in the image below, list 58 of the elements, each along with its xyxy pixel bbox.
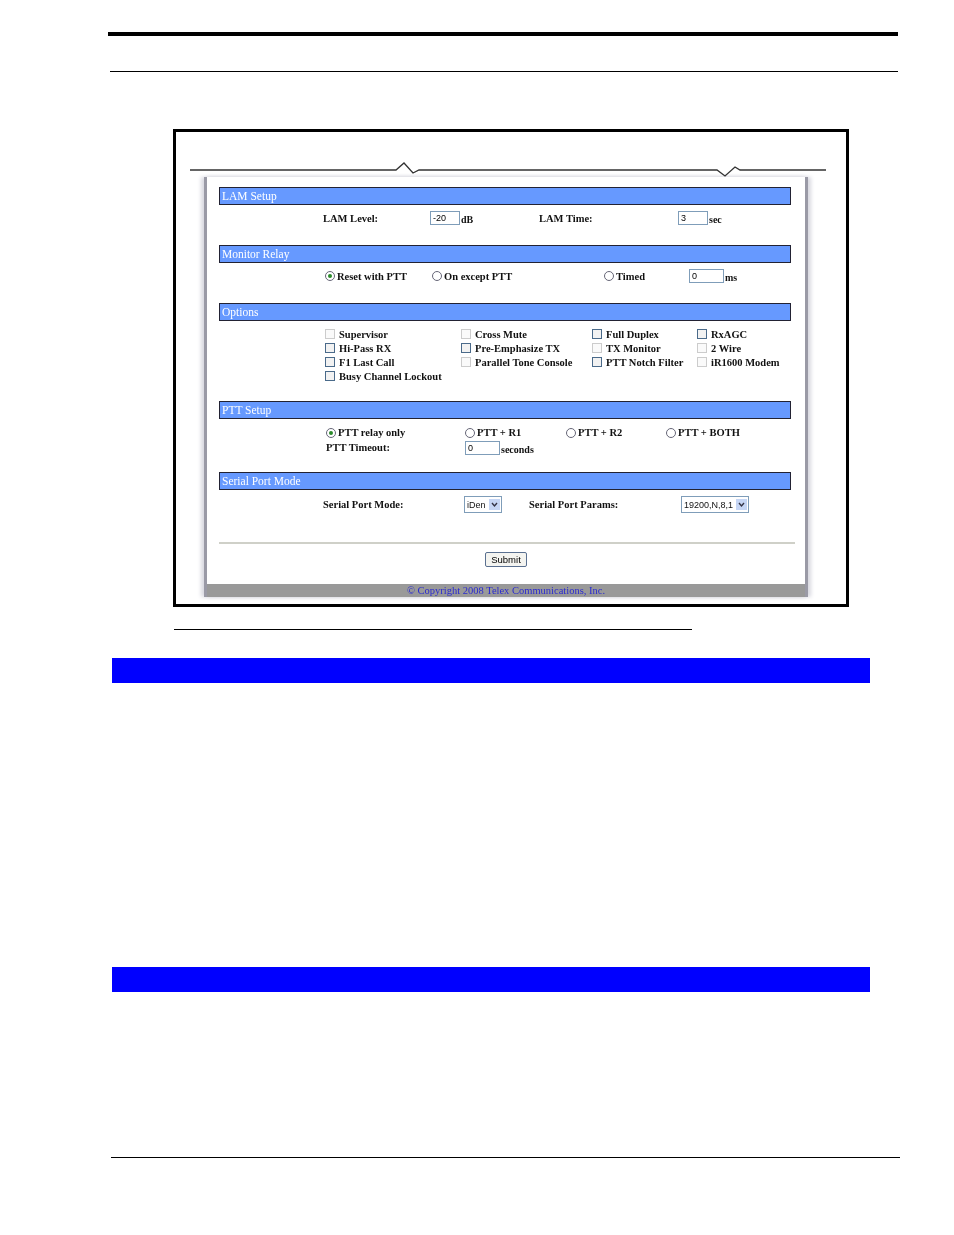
- dropdown-arrow-icon: [736, 499, 748, 510]
- option-label: Pre-Emphasize TX: [475, 342, 561, 354]
- option-label: PTT + R2: [578, 427, 623, 438]
- field-label: LAM Time:: [539, 212, 594, 224]
- dropdown[interactable]: 19200,N,8,1: [681, 496, 750, 513]
- field-label: Serial Port Mode:: [323, 499, 405, 510]
- section-header: Options: [219, 303, 791, 321]
- checkbox[interactable]: [592, 329, 602, 339]
- option-label: TX Monitor: [606, 342, 661, 354]
- section-header: Monitor Relay: [219, 245, 791, 263]
- section-header: PTT Setup: [219, 401, 791, 419]
- radio-button[interactable]: [604, 271, 614, 281]
- section-header: LAM Setup: [219, 187, 791, 205]
- copyright-text: © Copyright 2008 Telex Communications, Inc.: [406, 585, 606, 596]
- radio-button[interactable]: [566, 427, 576, 438]
- option-label: Reset with PTT: [337, 270, 407, 282]
- option-label: Full Duplex: [606, 328, 659, 340]
- option-label: Hi-Pass RX: [339, 342, 392, 354]
- radio-button[interactable]: [465, 427, 475, 438]
- radio-button[interactable]: [432, 271, 442, 281]
- option-label: PTT + R1: [477, 427, 522, 438]
- field-label: PTT Timeout:: [326, 442, 391, 453]
- option-label: On except PTT: [444, 270, 513, 282]
- dropdown-arrow-icon: [488, 499, 500, 510]
- option-label: 2 Wire: [711, 342, 742, 354]
- text-input-field[interactable]: -20: [430, 211, 460, 225]
- option-label: Parallel Tone Console: [475, 356, 573, 368]
- checkbox[interactable]: [697, 329, 707, 339]
- option-label: Cross Mute: [475, 328, 527, 340]
- field-label: Serial Port Params:: [529, 499, 620, 510]
- option-label: Supervisor: [339, 328, 388, 340]
- option-label: Busy Channel Lockout: [339, 370, 442, 382]
- option-label: RxAGC: [711, 328, 748, 340]
- text-input-field[interactable]: 3: [678, 211, 708, 225]
- radio-button[interactable]: [326, 427, 336, 438]
- option-label: iR1600 Modem: [711, 356, 780, 368]
- checkbox[interactable]: [325, 357, 335, 367]
- option-label: Timed: [616, 270, 645, 282]
- text-input-field[interactable]: 0: [689, 269, 724, 283]
- checkbox[interactable]: [461, 343, 471, 353]
- radio-button[interactable]: [666, 427, 676, 438]
- field-label: LAM Level:: [323, 212, 380, 224]
- unit-label: ms: [725, 272, 738, 283]
- unit-label: seconds: [501, 443, 534, 455]
- option-label: PTT + BOTH: [678, 427, 740, 438]
- unit-label: sec: [709, 214, 722, 225]
- section-header: Serial Port Mode: [219, 472, 791, 490]
- option-label: PTT relay only: [338, 427, 406, 438]
- submit-button[interactable]: Submit: [485, 552, 527, 567]
- checkbox[interactable]: [325, 371, 335, 381]
- checkbox[interactable]: [325, 343, 335, 353]
- dropdown[interactable]: iDen: [464, 496, 502, 513]
- radio-button[interactable]: [325, 271, 335, 281]
- option-label: PTT Notch Filter: [606, 356, 684, 368]
- unit-label: dB: [461, 214, 474, 225]
- text-input-field[interactable]: 0: [465, 440, 500, 455]
- checkbox[interactable]: [592, 357, 602, 367]
- option-label: F1 Last Call: [339, 356, 395, 368]
